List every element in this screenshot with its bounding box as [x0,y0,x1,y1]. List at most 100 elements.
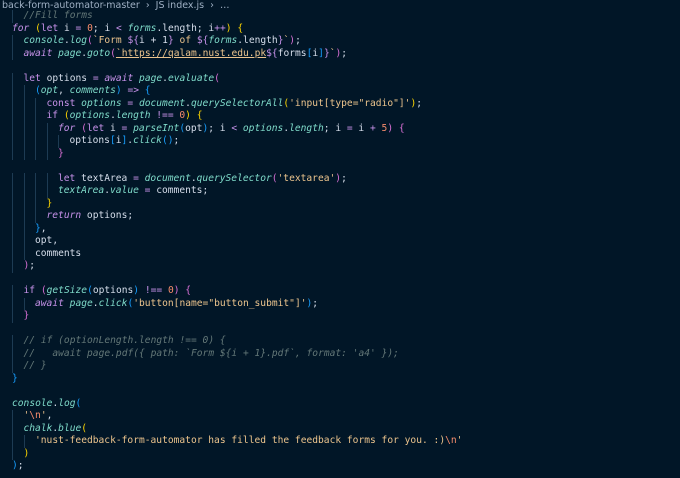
code-line[interactable]: for (let i = parseInt(opt); i < options.… [12,123,462,136]
indent-guide [47,185,59,198]
indent-guide [24,235,36,248]
code-line[interactable]: textArea.value = comments; [12,185,462,198]
indent-guide [35,173,47,186]
code-token: parseInt [133,122,180,134]
code-token: ; [341,47,348,59]
code-token: comments [35,247,82,259]
code-token: !== [156,110,174,121]
code-line[interactable]: const options = document.querySelectorAl… [12,98,462,111]
code-token: i [58,22,76,34]
code-editor[interactable]: //Fill forms for (let i = 0; i < forms.le… [12,10,462,473]
code-line[interactable]: } [12,198,462,211]
indent-guide [12,348,24,361]
code-line[interactable] [12,323,462,336]
code-token: //Fill forms [23,10,93,21]
code-token: of [173,35,197,46]
code-line[interactable]: } [12,310,462,323]
indent-guide [35,198,47,211]
code-token: , [40,222,47,234]
code-token: length [115,110,151,121]
code-line[interactable]: chalk.blue( [12,423,462,436]
code-line[interactable]: return options; [12,210,462,223]
code-token: options [81,97,122,109]
code-token: `Form [92,35,128,46]
breadcrumb[interactable]: back-form-automator-master › JS index.js… [2,0,230,11]
code-token: { [144,85,151,96]
code-token: \n [29,410,41,421]
code-token: querySelector [196,172,272,184]
code-line[interactable]: if (options.length !== 0) { [12,110,462,123]
code-line[interactable]: // await page.pdf({ path: `Form ${i + 1}… [12,348,462,361]
indent-guide [12,248,24,261]
code-line[interactable]: let textArea = document.querySelector('t… [12,173,462,186]
code-token: => [127,85,140,96]
code-token: } [23,310,30,321]
code-token: ( [81,422,88,434]
code-line[interactable]: if (getSize(options) !== 0) { [12,285,462,298]
code-token: blue [58,422,82,434]
code-line[interactable]: let options = await page.evaluate( [12,73,462,86]
code-token: ++ [214,22,226,34]
code-token: ; [341,172,347,184]
indent-guide [24,435,36,448]
code-token: forms [208,35,238,46]
code-token: getSize [46,285,88,296]
indent-guide [12,10,24,23]
code-line[interactable]: 'nust-feedback-form-automator has filled… [12,435,462,448]
code-line[interactable]: (opt, comments) => { [12,85,462,98]
code-token: for [12,22,30,34]
code-line[interactable]: '\n', [12,410,462,423]
indent-guide [47,135,59,148]
indent-guide [24,210,36,223]
code-token: goto [87,47,111,59]
indent-guide [24,185,36,198]
code-line[interactable]: comments [12,248,462,261]
code-token: options [242,122,284,134]
indent-guide [12,448,24,461]
code-line[interactable]: // if (optionLength.length !== 0) { [12,335,462,348]
code-line[interactable] [12,160,462,173]
code-token: // if (optionLength.length !== 0) { [23,335,226,346]
code-line[interactable] [12,385,462,398]
indent-guide [24,173,36,186]
code-line[interactable]: console.log(`Form ${i + 1} of ${forms.le… [12,35,462,48]
code-token: log [69,35,88,46]
code-token: i [352,122,370,134]
code-token: console [23,35,64,46]
indent-guide [12,235,24,248]
code-token: 'nust-feedback-form-automator has filled… [35,435,446,446]
indent-guide [12,35,24,48]
code-token: value [110,185,139,196]
code-line[interactable]: options[i].click(); [12,135,462,148]
code-token: if [46,110,59,121]
code-token: const [46,97,76,109]
code-token: ; i [208,122,232,134]
indent-guide [35,98,47,111]
indent-guide [12,410,24,423]
code-token: document [138,97,186,109]
code-line[interactable]: for (let i = 0; i < forms.length; i++) { [12,23,462,36]
indent-guide [24,198,36,211]
code-line[interactable] [12,60,462,73]
code-line[interactable] [12,273,462,286]
code-token: 'button[name="button_submit"]' [133,297,307,309]
code-line[interactable]: //Fill forms [12,10,462,23]
code-line[interactable]: }, [12,223,462,236]
code-line[interactable]: opt, [12,235,462,248]
indent-guide [58,135,70,148]
code-line[interactable]: await page.goto(`https://qalam.nust.edu.… [12,48,462,61]
code-line[interactable]: ); [12,460,462,473]
code-line[interactable]: // } [12,360,462,373]
indent-guide [12,198,24,211]
code-line[interactable]: await page.click('button[name="button_su… [12,298,462,311]
code-line[interactable]: } [12,148,462,161]
indent-guide [12,435,24,448]
code-line[interactable]: console.log( [12,398,462,411]
code-token: `https://qalam.nust.edu.pk [115,47,267,59]
code-line[interactable]: ) [12,448,462,461]
code-token: ' [456,435,463,446]
indent-guide [12,98,24,111]
code-token: evaluate [167,72,215,84]
code-line[interactable]: } [12,373,462,386]
code-line[interactable]: ); [12,260,462,273]
